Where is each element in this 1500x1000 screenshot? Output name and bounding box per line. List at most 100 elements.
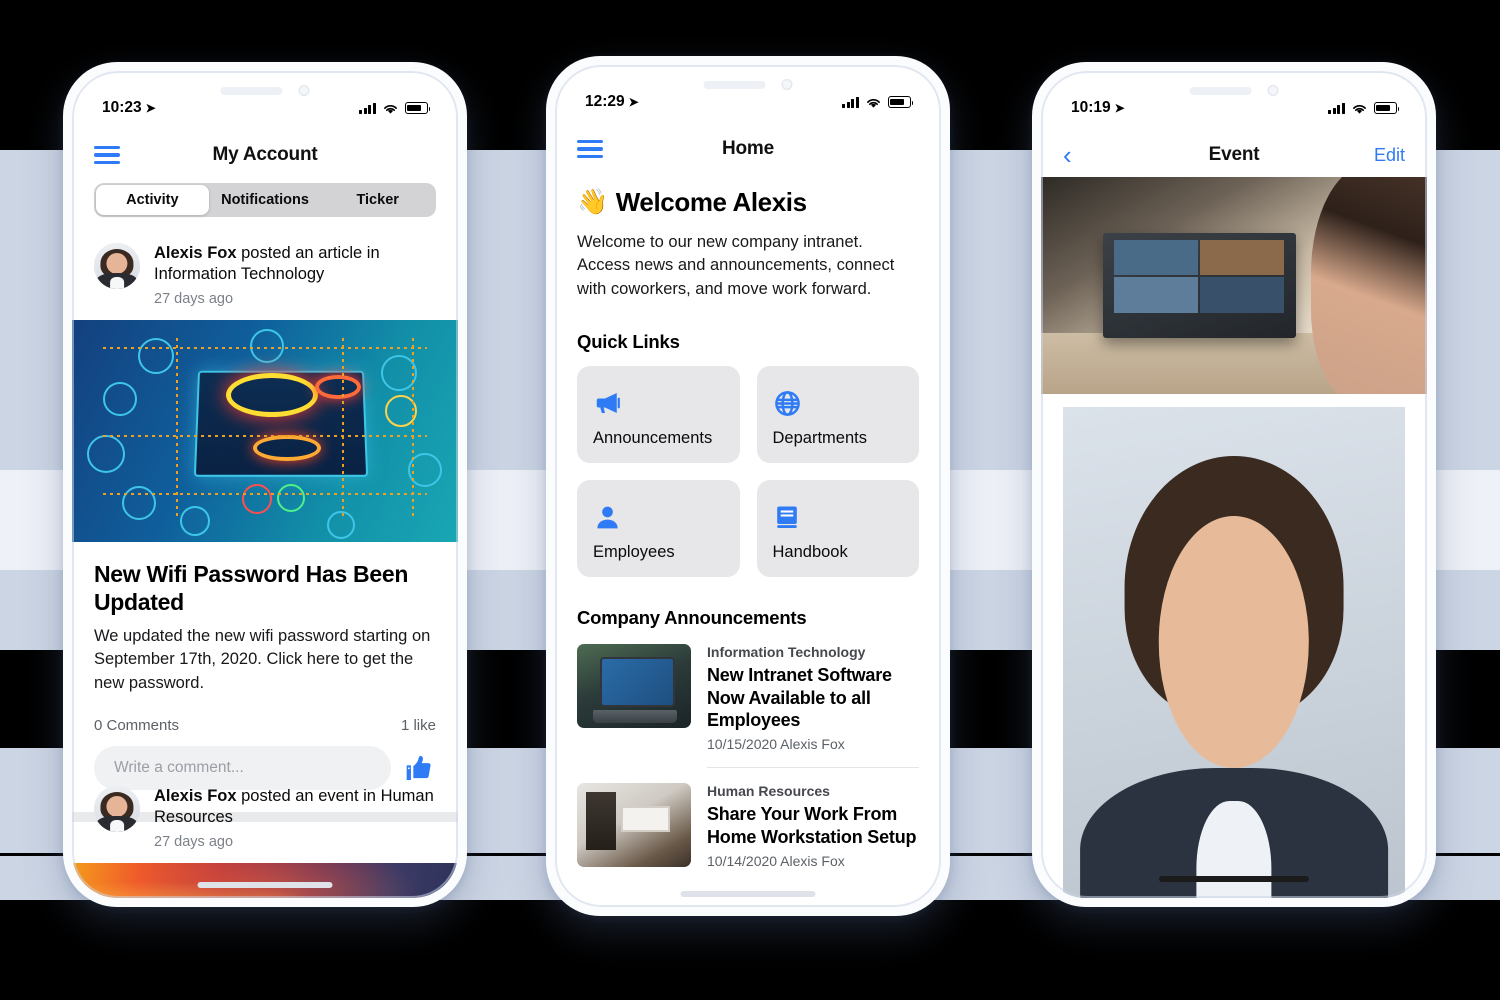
location-arrow-icon: ➤ bbox=[1114, 101, 1125, 115]
phone1-nav-bar: My Account bbox=[72, 133, 458, 177]
location-arrow-icon: ➤ bbox=[145, 101, 156, 115]
event-hero-image bbox=[1041, 177, 1427, 394]
post-author: Alexis Fox bbox=[154, 787, 237, 805]
account-tabs: Activity Notifications Ticker bbox=[94, 183, 436, 217]
announcement-category: Human Resources bbox=[707, 783, 830, 800]
welcome-heading: 👋 Welcome Alexis bbox=[577, 187, 919, 218]
phone3-nav-bar: ‹ Event Edit bbox=[1041, 133, 1427, 177]
announcement-title: New Intranet Software Now Available to a… bbox=[707, 665, 892, 730]
home-indicator bbox=[197, 882, 333, 888]
wifi-icon bbox=[867, 98, 880, 108]
quick-links-heading: Quick Links bbox=[577, 331, 680, 353]
person-icon bbox=[597, 506, 618, 529]
announcement-meta: 10/14/2020 Alexis Fox bbox=[707, 852, 845, 869]
earpiece-speaker bbox=[220, 86, 283, 95]
home-indicator bbox=[680, 891, 816, 897]
post-header: Alexis Fox posted an event in Human Reso… bbox=[72, 786, 458, 850]
post-image-sunset[interactable] bbox=[72, 862, 458, 898]
company-announcements-section: Company Announcements Information Techno… bbox=[577, 607, 919, 884]
status-time: 10:19 bbox=[1071, 99, 1111, 116]
welcome-body: Welcome to our new company intranet. Acc… bbox=[577, 233, 895, 298]
edit-button[interactable]: Edit bbox=[1374, 145, 1405, 166]
phone3-screen: 10:19 ➤ ‹ Event Edit bbox=[1041, 71, 1427, 898]
battery-icon bbox=[405, 102, 431, 114]
comment-input[interactable]: Write a comment... bbox=[94, 746, 391, 791]
wifi-icon bbox=[1353, 104, 1366, 114]
status-time: 12:29 bbox=[585, 93, 625, 110]
status-time: 10:23 bbox=[102, 99, 142, 116]
post-meta-row: 0 Comments 1 like bbox=[94, 717, 436, 734]
hamburger-icon[interactable] bbox=[577, 139, 603, 159]
page-title: Event bbox=[1208, 144, 1260, 165]
waving-hand-icon: 👋 bbox=[577, 188, 608, 216]
quick-link-handbook[interactable]: Handbook bbox=[756, 480, 919, 578]
announcement-item[interactable]: Human Resources Share Your Work From Hom… bbox=[577, 768, 919, 884]
quick-link-label: Handbook bbox=[772, 543, 848, 562]
cellular-signal-icon bbox=[1328, 102, 1345, 114]
announcement-title: Share Your Work From Home Workstation Se… bbox=[707, 804, 917, 847]
globe-icon bbox=[774, 390, 800, 416]
earpiece-speaker bbox=[1189, 86, 1252, 95]
home-indicator bbox=[1159, 876, 1309, 882]
phone2-status-bar: 12:29 ➤ bbox=[555, 89, 941, 115]
phone1-screen: 10:23 ➤ My Account Activity Notification… bbox=[72, 71, 458, 898]
cellular-signal-icon bbox=[359, 102, 376, 114]
avatar bbox=[94, 786, 140, 832]
battery-icon bbox=[1374, 102, 1400, 114]
announcement-meta: 10/15/2020 Alexis Fox bbox=[707, 736, 845, 753]
announcement-item[interactable]: Information Technology New Intranet Soft… bbox=[577, 629, 919, 767]
battery-icon bbox=[888, 96, 914, 108]
chevron-left-icon[interactable]: ‹ bbox=[1063, 142, 1072, 168]
phone1-status-bar: 10:23 ➤ bbox=[72, 95, 458, 121]
post-author-line: Alexis Fox posted an article in Informat… bbox=[154, 243, 436, 286]
megaphone-icon bbox=[596, 393, 620, 414]
avatar bbox=[94, 243, 140, 289]
feed-post-1: Alexis Fox posted an article in Informat… bbox=[72, 243, 458, 823]
quick-links-grid: Announcements Departments Employees Hand… bbox=[577, 366, 919, 578]
hamburger-icon[interactable] bbox=[94, 145, 120, 165]
welcome-text: Welcome Alexis bbox=[615, 187, 807, 217]
post-timestamp: 27 days ago bbox=[154, 833, 234, 850]
post-title[interactable]: New Wifi Password Has Been Updated bbox=[94, 560, 436, 616]
page-title: My Account bbox=[212, 144, 318, 165]
quick-links-section: Quick Links Announcements Departments Em… bbox=[577, 331, 919, 578]
phone-my-account: 10:23 ➤ My Account Activity Notification… bbox=[63, 62, 467, 907]
thumbs-up-icon[interactable] bbox=[404, 752, 436, 784]
phone2-screen: 12:29 ➤ Home 👋 Welcome Alexis Welcome to… bbox=[555, 65, 941, 907]
quick-link-employees[interactable]: Employees bbox=[577, 480, 740, 578]
phone3-status-bar: 10:19 ➤ bbox=[1041, 95, 1427, 121]
post-body-block: New Wifi Password Has Been Updated We up… bbox=[72, 542, 458, 791]
post-author: Alexis Fox bbox=[154, 244, 237, 262]
book-icon bbox=[776, 506, 797, 529]
wifi-icon bbox=[384, 104, 397, 114]
tab-notifications[interactable]: Notifications bbox=[209, 185, 322, 215]
event-details: JAN 05 Management Meeting and Team Build… bbox=[1063, 407, 1405, 898]
announcement-thumbnail bbox=[577, 783, 691, 868]
quick-link-announcements[interactable]: Announcements bbox=[577, 366, 740, 464]
location-arrow-icon: ➤ bbox=[628, 95, 639, 109]
announcements-heading: Company Announcements bbox=[577, 607, 807, 629]
tab-activity[interactable]: Activity bbox=[96, 185, 209, 215]
announcement-thumbnail bbox=[577, 644, 691, 729]
quick-link-departments[interactable]: Departments bbox=[756, 366, 919, 464]
guest-list: Alexis Fox noreply@axerosolutions.com Al… bbox=[1063, 407, 1405, 898]
quick-link-label: Employees bbox=[593, 543, 675, 562]
comment-count[interactable]: 0 Comments bbox=[94, 717, 179, 734]
post-excerpt: We updated the new wifi password startin… bbox=[94, 626, 431, 692]
earpiece-speaker bbox=[703, 80, 766, 89]
phone2-nav-bar: Home bbox=[555, 127, 941, 171]
segmented-control: Activity Notifications Ticker bbox=[94, 183, 436, 217]
phone-event: 10:19 ➤ ‹ Event Edit bbox=[1032, 62, 1436, 907]
post-header: Alexis Fox posted an article in Informat… bbox=[72, 243, 458, 307]
post-image-technology[interactable] bbox=[72, 319, 458, 542]
comment-row: Write a comment... bbox=[94, 746, 436, 791]
quick-link-label: Departments bbox=[772, 429, 867, 448]
like-count[interactable]: 1 like bbox=[401, 717, 436, 734]
announcement-category: Information Technology bbox=[707, 644, 866, 661]
quick-link-label: Announcements bbox=[593, 429, 713, 448]
page-title: Home bbox=[722, 138, 774, 159]
phone-home: 12:29 ➤ Home 👋 Welcome Alexis Welcome to… bbox=[546, 56, 950, 916]
tab-ticker[interactable]: Ticker bbox=[321, 185, 434, 215]
home-content: 👋 Welcome Alexis Welcome to our new comp… bbox=[577, 187, 919, 884]
post-timestamp: 27 days ago bbox=[154, 290, 234, 307]
